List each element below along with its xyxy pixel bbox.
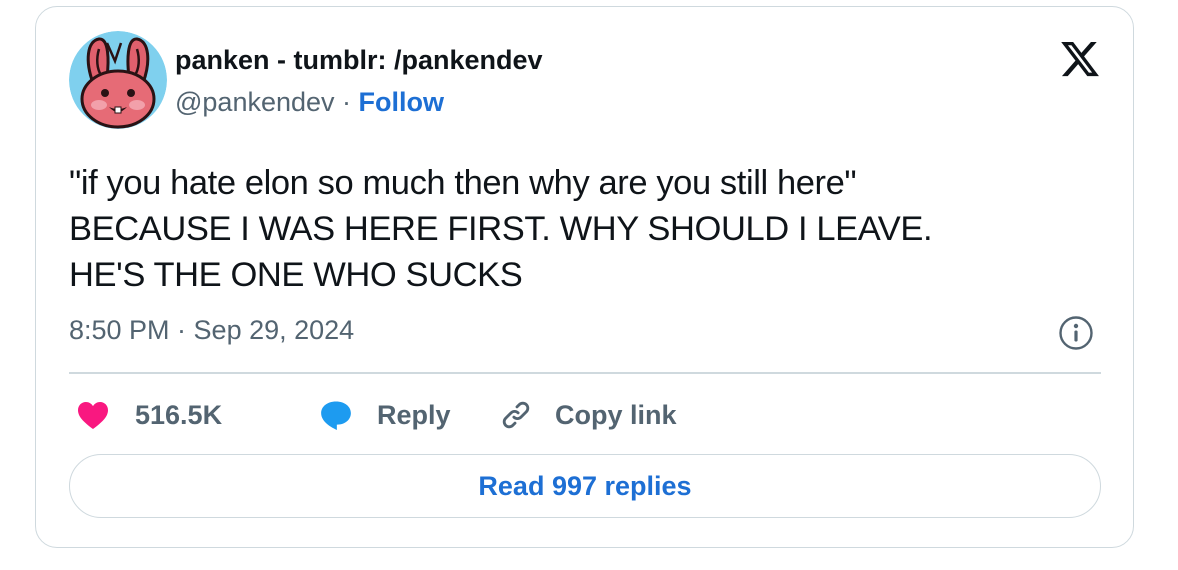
follow-button[interactable]: Follow	[359, 87, 444, 117]
heart-icon	[78, 402, 108, 430]
tweet-text: "if you hate elon so much then why are y…	[69, 160, 1099, 298]
author-handle-row: @pankendev · Follow	[175, 87, 444, 118]
bunny-avatar-icon	[69, 31, 167, 129]
tweet-text-line: HE'S THE ONE WHO SUCKS	[69, 256, 523, 294]
copy-link-label: Copy link	[555, 399, 677, 430]
like-count: 516.5K	[135, 399, 223, 430]
handle-separator: ·	[334, 87, 359, 117]
divider	[69, 372, 1101, 374]
embedded-tweet-card: panken - tumblr: /pankendev @pankendev ·…	[35, 6, 1134, 548]
like-button[interactable]: 516.5K	[76, 392, 222, 438]
tweet-timestamp[interactable]: 8:50 PM · Sep 29, 2024	[69, 315, 354, 346]
speech-bubble-icon	[321, 401, 351, 431]
reply-button[interactable]: Reply	[319, 392, 451, 438]
info-icon[interactable]	[1058, 315, 1094, 351]
read-replies-button[interactable]: Read 997 replies	[69, 454, 1101, 518]
tweet-actions: 516.5K Reply Copy link	[69, 392, 1101, 438]
tweet-text-line: "if you hate elon so much then why are y…	[69, 164, 857, 202]
tweet-text-line: BECAUSE I WAS HERE FIRST. WHY SHOULD I L…	[69, 210, 933, 248]
author-display-name[interactable]: panken - tumblr: /pankendev	[175, 45, 543, 76]
author-handle[interactable]: @pankendev	[175, 87, 335, 117]
read-replies-label: Read 997 replies	[478, 470, 692, 501]
link-icon	[502, 401, 530, 429]
copy-link-button[interactable]: Copy link	[499, 392, 677, 438]
x-logo-icon[interactable]	[1059, 38, 1101, 80]
reply-label: Reply	[377, 399, 451, 430]
author-avatar[interactable]	[69, 31, 167, 129]
